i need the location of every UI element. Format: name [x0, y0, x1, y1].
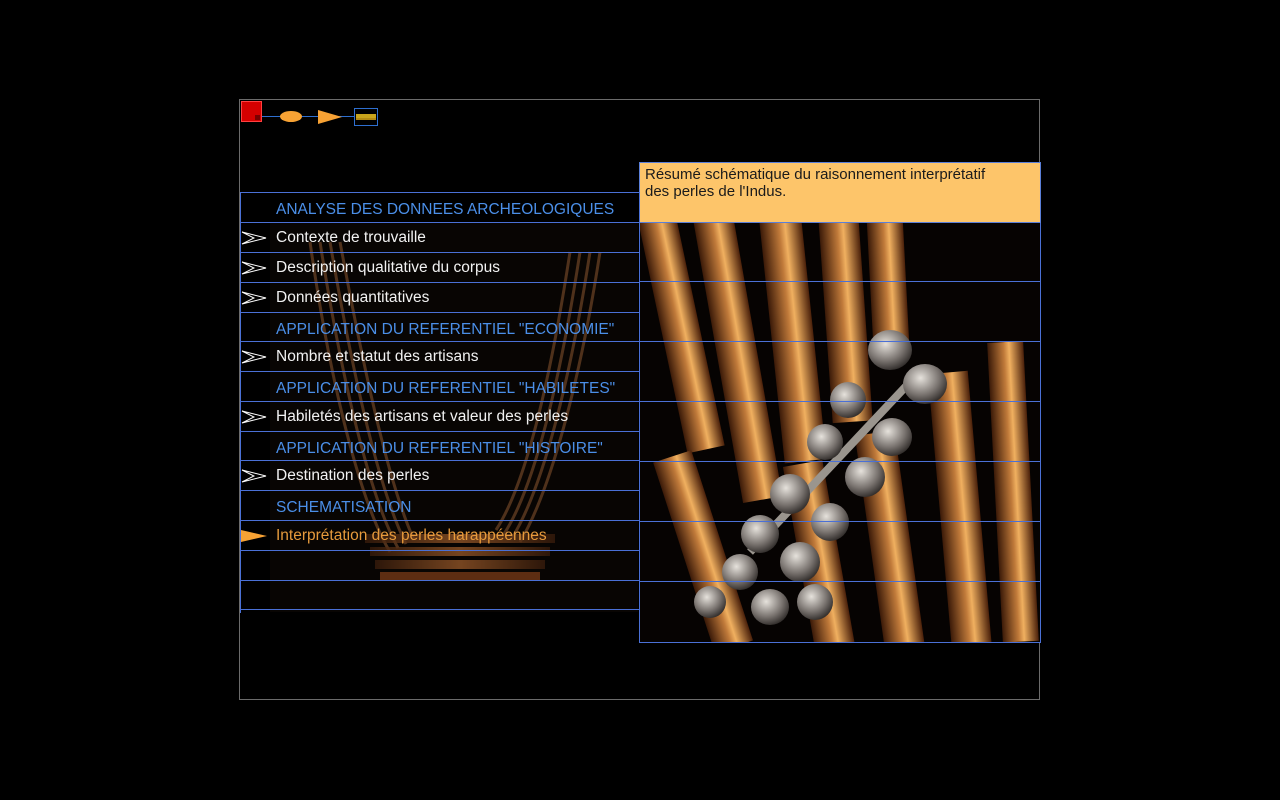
menu-label: SCHEMATISATION — [276, 499, 412, 516]
arrow-outline-icon — [241, 291, 267, 305]
menu-heading: APPLICATION DU REFERENTIEL "ECONOMIE" — [240, 312, 640, 341]
beads-photo — [640, 222, 1040, 642]
menu-label: Nombre et statut des artisans — [276, 348, 479, 365]
menu-heading: APPLICATION DU REFERENTIEL "HABILETES" — [240, 371, 640, 401]
arrow-outline-icon — [241, 261, 267, 275]
oval-icon[interactable] — [280, 111, 302, 122]
arrow-outline-icon — [241, 410, 267, 424]
menu-heading: APPLICATION DU REFERENTIEL "HISTOIRE" — [240, 431, 640, 460]
menu-empty-row — [240, 580, 640, 610]
menu-heading: ANALYSE DES DONNEES ARCHEOLOGIQUES — [240, 192, 640, 222]
menu-label: Destination des perles — [276, 467, 430, 484]
menu-label: Description qualitative du corpus — [276, 259, 501, 276]
forward-arrow-icon[interactable] — [318, 110, 342, 124]
home-square-icon[interactable] — [241, 101, 262, 122]
menu-label: APPLICATION DU REFERENTIEL "ECONOMIE" — [276, 321, 615, 338]
arrow-outline-icon — [241, 469, 267, 483]
navigation-bar — [241, 101, 381, 131]
menu-item[interactable]: Contexte de trouvaille — [240, 222, 640, 252]
title-line-2: des perles de l'Indus. — [645, 183, 787, 200]
menu-label: Habiletés des artisans et valeur des per… — [276, 408, 569, 425]
menu-label: Interprétation des perles harappéennes — [276, 527, 547, 544]
menu-label: Contexte de trouvaille — [276, 229, 426, 246]
menu-label: Données quantitatives — [276, 289, 430, 306]
arrow-outline-icon — [241, 231, 267, 245]
menu-item[interactable]: Destination des perles — [240, 460, 640, 490]
bars-icon[interactable] — [354, 108, 378, 126]
menu-heading: SCHEMATISATION — [240, 490, 640, 520]
menu-empty-row — [240, 550, 640, 580]
menu-item[interactable]: Données quantitatives — [240, 282, 640, 312]
menu-label: ANALYSE DES DONNEES ARCHEOLOGIQUES — [276, 201, 615, 218]
arrow-outline-icon — [241, 350, 267, 364]
menu-item[interactable]: Nombre et statut des artisans — [240, 341, 640, 371]
menu-item[interactable]: Description qualitative du corpus — [240, 252, 640, 282]
menu-label: APPLICATION DU REFERENTIEL "HISTOIRE" — [276, 440, 603, 457]
menu-item[interactable]: Interprétation des perles harappéennes — [240, 520, 640, 550]
active-arrow-icon — [241, 530, 267, 542]
page-title: Résumé schématique du raisonnement inter… — [639, 162, 1041, 223]
title-line-1: Résumé schématique du raisonnement inter… — [645, 166, 986, 183]
chapter-menu: ANALYSE DES DONNEES ARCHEOLOGIQUES Contex… — [240, 192, 640, 610]
menu-label: APPLICATION DU REFERENTIEL "HABILETES" — [276, 380, 616, 397]
menu-item[interactable]: Habiletés des artisans et valeur des per… — [240, 401, 640, 431]
